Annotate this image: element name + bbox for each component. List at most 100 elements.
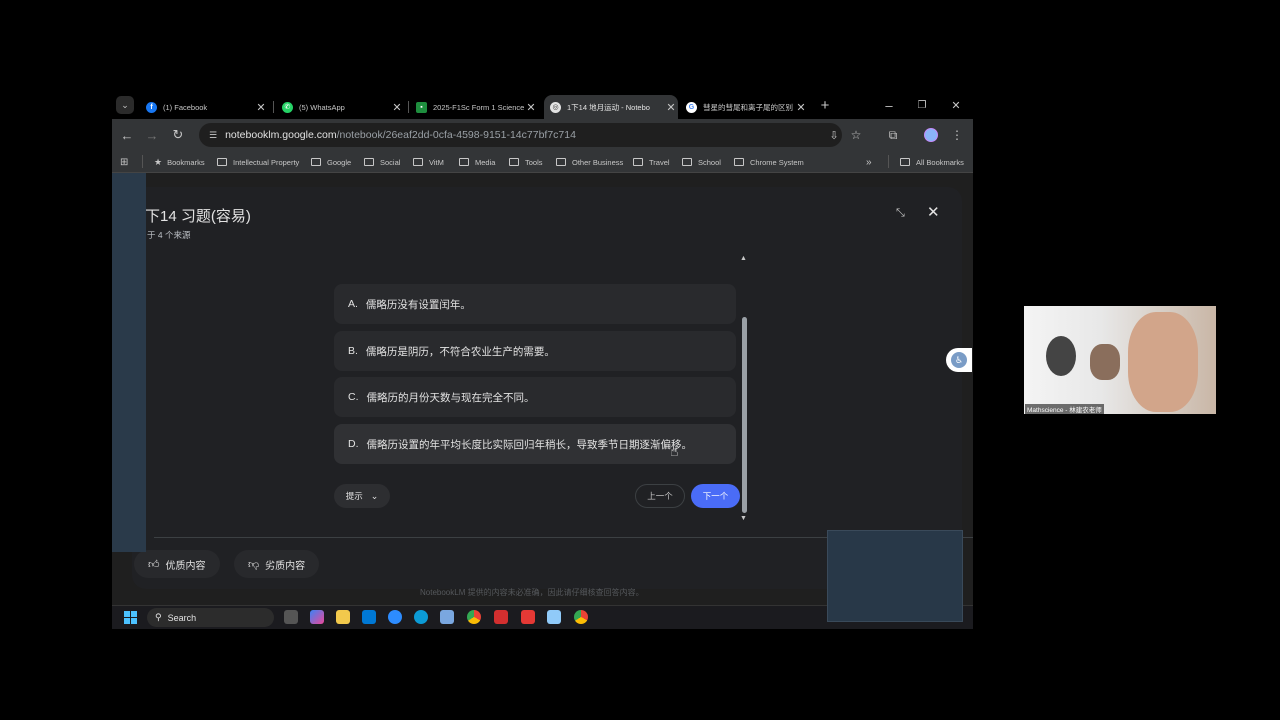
thumbs-down-icon: 👎︎ — [248, 558, 260, 571]
wps-icon[interactable] — [494, 610, 508, 624]
tab-label: 1下14 地月运动 - Notebo — [567, 102, 650, 112]
notebooklm-icon: ◎ — [550, 101, 561, 113]
close-tab-icon[interactable]: ✕ — [254, 101, 268, 114]
answer-option-a[interactable]: A. 儒略历没有设置闰年。 — [334, 284, 736, 324]
hint-button[interactable]: 提示 ⌄ — [334, 484, 390, 508]
chrome-icon[interactable] — [467, 610, 481, 624]
bookmarks-bar: ⊞ ★ Bookmarks Intellectual Property Googl… — [112, 151, 973, 173]
bookmark-label: Bookmarks — [167, 157, 205, 167]
previous-button[interactable]: 上一个 — [635, 484, 685, 508]
bookmark-item-travel[interactable]: Travel — [633, 154, 670, 170]
document-app-icon[interactable] — [547, 610, 561, 624]
folder-icon — [633, 158, 643, 166]
profile-avatar[interactable] — [924, 128, 938, 142]
zoom-icon[interactable] — [388, 610, 402, 624]
scrollbar-thumb[interactable] — [742, 317, 747, 513]
all-bookmarks-button[interactable]: All Bookmarks — [900, 154, 964, 170]
bookmark-label: All Bookmarks — [916, 157, 964, 167]
collapse-icon[interactable]: ⤡ — [896, 207, 905, 220]
bookmark-item-bookmarks[interactable]: ★ Bookmarks — [154, 154, 205, 170]
classroom-icon: ▪ — [416, 101, 427, 113]
bookmark-separator — [142, 155, 143, 168]
option-letter: B. — [348, 345, 358, 357]
option-text: 儒略历设置的年平均长度比实际回归年稍长，导致季节日期逐渐偏移。 — [366, 438, 693, 451]
good-content-button[interactable]: 👍︎ 优质内容 — [134, 550, 220, 578]
bookmark-label: Google — [327, 157, 352, 167]
bookmark-label: School — [698, 157, 721, 167]
taskbar-search-input[interactable]: ⚲ Search — [147, 608, 274, 627]
quiz-dialog: 下14 习题(容易) 于 4 个来源 ⤡ ✕ A. 儒略历没有设置闰年。 B. … — [132, 187, 973, 589]
scroll-up-arrow-icon[interactable]: ▲ — [740, 255, 747, 262]
accessibility-fab[interactable]: ♿︎ — [946, 348, 972, 372]
option-text: 儒略历是阴历，不符合农业生产的需要。 — [365, 345, 555, 358]
bookmark-item-google[interactable]: Google — [311, 154, 351, 170]
bookmark-star-icon[interactable]: ☆ — [846, 125, 866, 145]
chrome-profile-icon[interactable] — [574, 610, 588, 624]
folder-icon — [459, 158, 469, 166]
bookmark-label: Intellectual Property — [233, 157, 300, 167]
star-icon: ★ — [154, 156, 163, 167]
tab-facebook[interactable]: f (1) Facebook ✕ — [140, 95, 268, 119]
forward-icon[interactable]: → — [142, 125, 162, 145]
close-window-icon[interactable]: ✕ — [946, 95, 966, 115]
good-content-label: 优质内容 — [165, 560, 206, 572]
restore-icon[interactable]: ❐ — [912, 95, 932, 115]
close-tab-icon[interactable]: ✕ — [794, 101, 808, 114]
store-icon[interactable] — [362, 610, 376, 624]
bookmark-item-media[interactable]: Media — [459, 154, 495, 170]
tab-google-search[interactable]: G 彗星的彗尾和离子尾的区别 ✕ — [680, 95, 808, 119]
previous-label: 上一个 — [647, 491, 673, 501]
new-tab-icon[interactable]: + — [815, 95, 835, 115]
thumbs-up-icon: 👍︎ — [148, 558, 160, 571]
url-path: /notebook/26eaf2dd-0cfa-4598-9151-14c77b… — [336, 129, 576, 141]
whatsapp-icon: ✆ — [282, 101, 293, 113]
tab-separator — [408, 101, 409, 113]
tab-separator — [273, 101, 274, 113]
letter-l-app-icon[interactable] — [521, 610, 535, 624]
answer-option-c[interactable]: C. 儒略历的月份天数与现在完全不同。 — [334, 377, 736, 417]
tab-whatsapp[interactable]: ✆ (5) WhatsApp ✕ — [276, 95, 404, 119]
tab-classroom[interactable]: ▪ 2025-F1Sc Form 1 Science ✕ — [410, 95, 538, 119]
notepad-icon[interactable] — [440, 610, 454, 624]
apps-grid-icon[interactable]: ⊞ — [120, 154, 128, 170]
close-dialog-icon[interactable]: ✕ — [927, 203, 940, 221]
bookmark-item-chrome-system[interactable]: Chrome System — [734, 154, 804, 170]
close-tab-icon[interactable]: ✕ — [524, 101, 538, 114]
bookmark-item-vitm[interactable]: VitM — [413, 154, 444, 170]
menu-kebab-icon[interactable]: ⋮ — [947, 125, 967, 145]
bookmark-item-intellectual-property[interactable]: Intellectual Property — [217, 154, 299, 170]
bookmark-item-other-business[interactable]: Other Business — [556, 154, 623, 170]
more-bookmarks-icon[interactable]: » — [866, 154, 872, 170]
address-bar: ← → ↻ ☰ notebooklm.google.com/notebook/2… — [112, 119, 973, 151]
bookmark-item-tools[interactable]: Tools — [509, 154, 543, 170]
copilot-icon[interactable] — [310, 610, 324, 624]
install-app-icon[interactable]: ⇩ — [824, 125, 844, 145]
extensions-icon[interactable]: ⧉ — [883, 125, 903, 145]
search-placeholder: Search — [167, 612, 197, 623]
windows-start-icon[interactable] — [124, 611, 137, 624]
url-input[interactable]: ☰ notebooklm.google.com/notebook/26eaf2d… — [199, 123, 842, 147]
minimize-icon[interactable]: – — [879, 95, 899, 115]
close-tab-icon[interactable]: ✕ — [390, 101, 404, 114]
folder-icon — [682, 158, 692, 166]
bookmark-item-social[interactable]: Social — [364, 154, 400, 170]
folder-icon — [364, 158, 374, 166]
scroll-down-arrow-icon[interactable]: ▼ — [740, 515, 747, 522]
answer-option-b[interactable]: B. 儒略历是阴历，不符合农业生产的需要。 — [334, 331, 736, 371]
edge-icon[interactable] — [414, 610, 428, 624]
file-explorer-icon[interactable] — [336, 610, 350, 624]
next-button[interactable]: 下一个 — [691, 484, 740, 508]
tab-strip: ⌄ f (1) Facebook ✕ ✆ (5) WhatsApp ✕ ▪ 20… — [112, 93, 973, 119]
reload-icon[interactable]: ↻ — [168, 125, 188, 145]
quiz-subtitle: 于 4 个来源 — [147, 230, 191, 240]
bookmark-label: Social — [380, 157, 401, 167]
bookmark-item-school[interactable]: School — [682, 154, 721, 170]
close-tab-icon[interactable]: ✕ — [664, 101, 678, 114]
option-text: 儒略历的月份天数与现在完全不同。 — [366, 391, 535, 404]
site-info-icon[interactable]: ☰ — [209, 130, 217, 141]
tab-notebooklm[interactable]: ◎ 1下14 地月运动 - Notebo ✕ — [544, 95, 678, 119]
bad-content-button[interactable]: 👎︎ 劣质内容 — [234, 550, 320, 578]
task-view-icon[interactable] — [284, 610, 298, 624]
tab-search-icon[interactable]: ⌄ — [116, 96, 134, 114]
back-icon[interactable]: ← — [117, 125, 137, 145]
